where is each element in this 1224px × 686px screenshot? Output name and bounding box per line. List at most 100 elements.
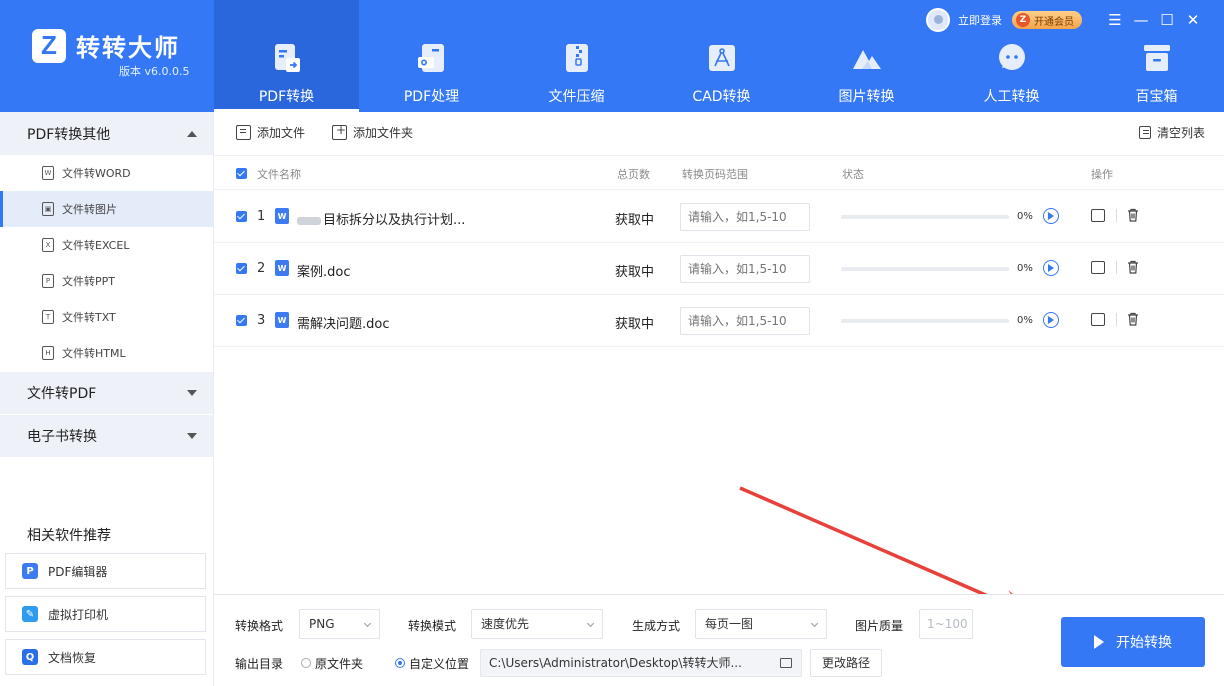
tab-label: CAD转换	[692, 89, 751, 105]
trash-icon[interactable]	[1127, 260, 1139, 274]
gen-select[interactable]: 每页一图	[695, 609, 827, 639]
sidebar-item-to-txt[interactable]: T 文件转TXT	[0, 299, 213, 335]
custom-location-label: 自定义位置	[409, 657, 470, 671]
recommend-virtual-printer[interactable]: ✎ 虚拟打印机	[5, 596, 206, 632]
tab-pdf-convert[interactable]: PDF转换	[214, 0, 359, 112]
output-path-field[interactable]: C:\Users\Administrator\Desktop\转转大师...	[480, 649, 802, 677]
minimize-icon[interactable]: —	[1128, 10, 1154, 30]
pdf-convert-icon	[274, 44, 300, 72]
recommend-doc-recovery[interactable]: Q 文档恢复	[5, 639, 206, 675]
output-label: 输出目录	[235, 657, 284, 671]
tab-label: 人工转换	[983, 89, 1040, 105]
row-checkbox[interactable]	[236, 315, 247, 326]
vip-badge-icon: Z	[1016, 13, 1030, 27]
sidebar-item-to-image[interactable]: ▣ 文件转图片	[0, 191, 213, 227]
quality-input[interactable]: 1~100	[919, 609, 973, 639]
maximize-icon[interactable]: ☐	[1154, 10, 1180, 30]
open-folder-icon[interactable]	[1091, 313, 1105, 326]
page-range-input[interactable]	[680, 307, 810, 335]
trash-icon[interactable]	[1127, 208, 1139, 222]
pdf-editor-icon: P	[22, 563, 38, 579]
progress-bar	[841, 267, 1009, 271]
sidebar-section-file-to-pdf[interactable]: 文件转PDF	[0, 371, 213, 414]
page-count: 获取中	[615, 317, 655, 332]
row-checkbox[interactable]	[236, 263, 247, 274]
image-convert-icon	[852, 50, 881, 69]
play-icon[interactable]	[1043, 208, 1059, 224]
add-file-button[interactable]: 添加文件	[236, 124, 305, 141]
recommend-pdf-editor[interactable]: P PDF编辑器	[5, 553, 206, 589]
page-range-input[interactable]	[680, 203, 810, 231]
redacted-text	[297, 216, 321, 225]
tab-file-compress[interactable]: 文件压缩	[504, 0, 649, 112]
tab-image-convert[interactable]: 图片转换	[794, 0, 939, 112]
mode-value: 速度优先	[481, 617, 530, 631]
mode-select[interactable]: 速度优先	[471, 609, 603, 639]
app-logo: Z 转转大师	[32, 28, 180, 63]
image-file-icon: ▣	[42, 202, 54, 216]
toolbox-icon	[1143, 45, 1170, 71]
sidebar-section-pdf-other[interactable]: PDF转换其他	[0, 112, 213, 155]
pdf-process-icon	[417, 44, 444, 72]
close-icon[interactable]: ✕	[1180, 10, 1206, 30]
tab-label: 图片转换	[838, 89, 895, 105]
word-doc-icon: W	[275, 312, 289, 328]
recommend-label: PDF编辑器	[48, 564, 108, 579]
output-path-value: C:\Users\Administrator\Desktop\转转大师...	[489, 656, 742, 670]
radio-custom-location[interactable]	[395, 658, 405, 668]
avatar-icon[interactable]	[926, 8, 950, 32]
tab-label: 百宝箱	[1135, 89, 1178, 105]
sidebar-item-to-ppt[interactable]: P 文件转PPT	[0, 263, 213, 299]
col-range: 转换页码范围	[682, 168, 748, 181]
options-panel: 转换格式 PNG 转换模式 速度优先 生成方式 每页一图 图片质量 1~100 …	[214, 594, 1224, 686]
sidebar-item-label: 文件转EXCEL	[62, 239, 130, 252]
window-controls: ☰ — ☐ ✕	[1102, 10, 1206, 30]
collapse-icon	[187, 130, 197, 137]
recovery-icon: Q	[22, 649, 38, 665]
sidebar-item-to-html[interactable]: H 文件转HTML	[0, 335, 213, 371]
recommend-label: 虚拟打印机	[48, 607, 109, 622]
radio-original-folder[interactable]	[301, 658, 311, 668]
add-folder-label: 添加文件夹	[353, 126, 414, 140]
table-row: 2 W 案例.doc 获取中 0%	[214, 243, 1224, 295]
sidebar-item-label: 文件转PPT	[62, 275, 115, 288]
sidebar-section-ebook[interactable]: 电子书转换	[0, 414, 213, 457]
sidebar-item-to-excel[interactable]: X 文件转EXCEL	[0, 227, 213, 263]
row-index: 3	[257, 313, 266, 328]
app-version: 版本 v6.0.0.5	[119, 65, 190, 78]
change-path-button[interactable]: 更改路径	[810, 649, 882, 677]
original-folder-label: 原文件夹	[315, 657, 364, 671]
start-label: 开始转换	[1116, 635, 1172, 651]
clear-list-button[interactable]: 清空列表	[1139, 124, 1205, 141]
clear-list-label: 清空列表	[1157, 126, 1206, 140]
row-index: 2	[257, 261, 266, 276]
row-checkbox[interactable]	[236, 211, 247, 222]
select-all-checkbox[interactable]	[236, 168, 247, 179]
format-select[interactable]: PNG	[299, 609, 380, 639]
tab-cad-convert[interactable]: CAD转换	[649, 0, 794, 112]
file-name: 目标拆分以及执行计划...	[297, 209, 465, 228]
mode-label: 转换模式	[408, 619, 457, 633]
folder-icon[interactable]	[780, 658, 792, 668]
open-folder-icon[interactable]	[1091, 209, 1105, 222]
play-icon[interactable]	[1043, 312, 1059, 328]
chevron-down-icon	[363, 619, 372, 628]
login-link[interactable]: 立即登录	[958, 12, 1002, 28]
play-icon[interactable]	[1043, 260, 1059, 276]
col-name: 文件名称	[257, 168, 301, 181]
vip-label: 开通会员	[1034, 16, 1074, 28]
format-value: PNG	[309, 617, 335, 631]
section-label: 电子书转换	[27, 429, 97, 445]
word-doc-icon: W	[275, 260, 289, 276]
menu-icon[interactable]: ☰	[1102, 10, 1128, 30]
open-folder-icon[interactable]	[1091, 261, 1105, 274]
sidebar-item-label: 文件转WORD	[62, 167, 131, 180]
add-folder-button[interactable]: 添加文件夹	[332, 123, 414, 141]
sidebar-item-to-word[interactable]: W 文件转WORD	[0, 155, 213, 191]
vip-button[interactable]: Z 开通会员	[1012, 11, 1082, 29]
trash-icon[interactable]	[1127, 312, 1139, 326]
page-range-input[interactable]	[680, 255, 810, 283]
table-row: 3 W 需解决问题.doc 获取中 0%	[214, 295, 1224, 347]
start-convert-button[interactable]: 开始转换	[1061, 617, 1205, 667]
tab-pdf-process[interactable]: PDF处理	[359, 0, 504, 112]
